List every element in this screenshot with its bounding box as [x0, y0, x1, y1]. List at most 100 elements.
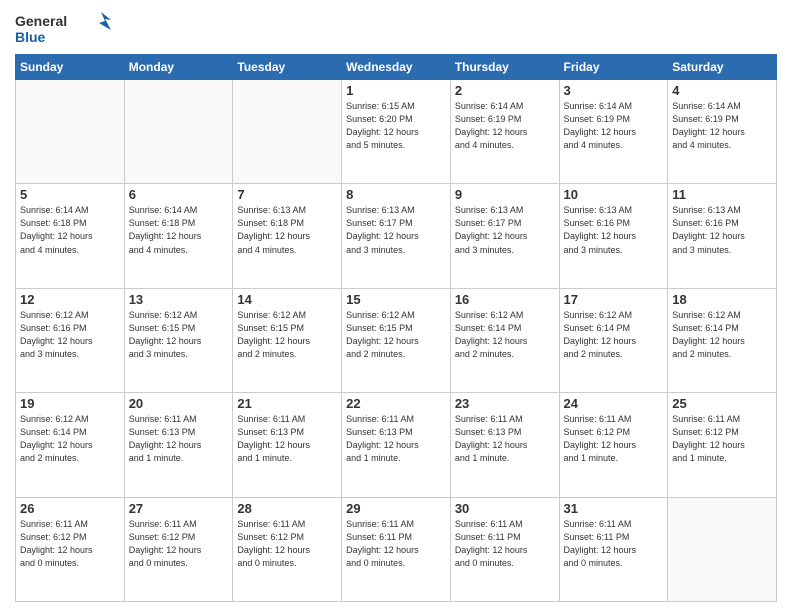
day-number: 30 — [455, 501, 555, 516]
calendar-cell — [124, 80, 233, 184]
day-info: Sunrise: 6:11 AMSunset: 6:13 PMDaylight:… — [129, 413, 229, 465]
logo-svg: General Blue — [15, 10, 115, 46]
day-info: Sunrise: 6:14 AMSunset: 6:18 PMDaylight:… — [129, 204, 229, 256]
day-number: 25 — [672, 396, 772, 411]
calendar-cell: 26Sunrise: 6:11 AMSunset: 6:12 PMDayligh… — [16, 497, 125, 601]
day-info: Sunrise: 6:12 AMSunset: 6:14 PMDaylight:… — [20, 413, 120, 465]
calendar-cell — [233, 80, 342, 184]
calendar-week-2: 12 Sunrise: 6:12 AMSunset: 6:16 PMDayligh… — [16, 288, 777, 392]
calendar-cell: 8 Sunrise: 6:13 AMSunset: 6:17 PMDaylight… — [342, 184, 451, 288]
calendar-cell: 29Sunrise: 6:11 AMSunset: 6:11 PMDayligh… — [342, 497, 451, 601]
day-number: 21 — [237, 396, 337, 411]
day-number: 15 — [346, 292, 446, 307]
day-info: Sunrise: 6:13 AMSunset: 6:17 PMDaylight:… — [455, 204, 555, 256]
day-info: Sunrise: 6:12 AMSunset: 6:15 PMDaylight:… — [346, 309, 446, 361]
weekday-header-thursday: Thursday — [450, 55, 559, 80]
weekday-header-tuesday: Tuesday — [233, 55, 342, 80]
calendar-week-4: 26 Sunrise: 6:11 AMSunset: 6:12 PMDayligh… — [16, 497, 777, 601]
day-info: Sunrise: 6:11 AMSunset: 6:12 PMDaylight:… — [672, 413, 772, 465]
day-number: 4 — [672, 83, 772, 98]
calendar-table: SundayMondayTuesdayWednesdayThursdayFrid… — [15, 54, 777, 602]
day-number: 26 — [20, 501, 120, 516]
calendar-cell: 21 Sunrise: 6:11 AMSunset: 6:13 PMDayligh… — [233, 393, 342, 497]
calendar-cell: 9 Sunrise: 6:13 AMSunset: 6:17 PMDaylight… — [450, 184, 559, 288]
day-number: 23 — [455, 396, 555, 411]
day-number: 24 — [564, 396, 664, 411]
day-info: Sunrise: 6:12 AMSunset: 6:16 PMDaylight:… — [20, 309, 120, 361]
calendar-cell — [16, 80, 125, 184]
day-number: 17 — [564, 292, 664, 307]
day-number: 11 — [672, 187, 772, 202]
page-container: General Blue SundayMondayTuesdayWednesda… — [0, 0, 792, 612]
day-number: 8 — [346, 187, 446, 202]
day-info: Sunrise: 6:11 AMSunset: 6:11 PMDaylight:… — [564, 518, 664, 570]
calendar-cell: 2 Sunrise: 6:14 AMSunset: 6:19 PMDaylight… — [450, 80, 559, 184]
calendar-cell: 19 Sunrise: 6:12 AMSunset: 6:14 PMDayligh… — [16, 393, 125, 497]
day-number: 27 — [129, 501, 229, 516]
weekday-header-saturday: Saturday — [668, 55, 777, 80]
calendar-cell: 4 Sunrise: 6:14 AMSunset: 6:19 PMDaylight… — [668, 80, 777, 184]
day-number: 19 — [20, 396, 120, 411]
day-info: Sunrise: 6:14 AMSunset: 6:19 PMDaylight:… — [455, 100, 555, 152]
day-info: Sunrise: 6:13 AMSunset: 6:16 PMDaylight:… — [564, 204, 664, 256]
calendar-cell: 6 Sunrise: 6:14 AMSunset: 6:18 PMDaylight… — [124, 184, 233, 288]
day-number: 18 — [672, 292, 772, 307]
calendar-week-1: 5 Sunrise: 6:14 AMSunset: 6:18 PMDaylight… — [16, 184, 777, 288]
calendar-cell: 10Sunrise: 6:13 AMSunset: 6:16 PMDayligh… — [559, 184, 668, 288]
calendar-cell: 27Sunrise: 6:11 AMSunset: 6:12 PMDayligh… — [124, 497, 233, 601]
day-info: Sunrise: 6:12 AMSunset: 6:14 PMDaylight:… — [564, 309, 664, 361]
weekday-header-friday: Friday — [559, 55, 668, 80]
day-number: 22 — [346, 396, 446, 411]
day-number: 6 — [129, 187, 229, 202]
day-info: Sunrise: 6:11 AMSunset: 6:11 PMDaylight:… — [346, 518, 446, 570]
calendar-cell: 11 Sunrise: 6:13 AMSunset: 6:16 PMDayligh… — [668, 184, 777, 288]
day-number: 20 — [129, 396, 229, 411]
calendar-cell: 7 Sunrise: 6:13 AMSunset: 6:18 PMDaylight… — [233, 184, 342, 288]
day-info: Sunrise: 6:14 AMSunset: 6:19 PMDaylight:… — [564, 100, 664, 152]
day-number: 31 — [564, 501, 664, 516]
day-number: 3 — [564, 83, 664, 98]
calendar-cell: 5 Sunrise: 6:14 AMSunset: 6:18 PMDaylight… — [16, 184, 125, 288]
logo: General Blue — [15, 10, 115, 46]
day-number: 5 — [20, 187, 120, 202]
day-info: Sunrise: 6:12 AMSunset: 6:15 PMDaylight:… — [237, 309, 337, 361]
day-info: Sunrise: 6:13 AMSunset: 6:17 PMDaylight:… — [346, 204, 446, 256]
day-info: Sunrise: 6:11 AMSunset: 6:13 PMDaylight:… — [346, 413, 446, 465]
svg-text:General: General — [15, 13, 67, 29]
day-number: 9 — [455, 187, 555, 202]
calendar-cell: 14 Sunrise: 6:12 AMSunset: 6:15 PMDayligh… — [233, 288, 342, 392]
calendar-cell: 12 Sunrise: 6:12 AMSunset: 6:16 PMDayligh… — [16, 288, 125, 392]
day-info: Sunrise: 6:11 AMSunset: 6:13 PMDaylight:… — [455, 413, 555, 465]
calendar-cell: 17 Sunrise: 6:12 AMSunset: 6:14 PMDayligh… — [559, 288, 668, 392]
day-number: 1 — [346, 83, 446, 98]
calendar-cell: 13Sunrise: 6:12 AMSunset: 6:15 PMDayligh… — [124, 288, 233, 392]
calendar-cell: 30 Sunrise: 6:11 AMSunset: 6:11 PMDayligh… — [450, 497, 559, 601]
calendar-cell: 1 Sunrise: 6:15 AMSunset: 6:20 PMDaylight… — [342, 80, 451, 184]
calendar-cell: 28Sunrise: 6:11 AMSunset: 6:12 PMDayligh… — [233, 497, 342, 601]
day-info: Sunrise: 6:12 AMSunset: 6:14 PMDaylight:… — [672, 309, 772, 361]
calendar-cell: 18 Sunrise: 6:12 AMSunset: 6:14 PMDayligh… — [668, 288, 777, 392]
day-number: 2 — [455, 83, 555, 98]
day-number: 7 — [237, 187, 337, 202]
calendar-cell: 16Sunrise: 6:12 AMSunset: 6:14 PMDayligh… — [450, 288, 559, 392]
day-info: Sunrise: 6:11 AMSunset: 6:11 PMDaylight:… — [455, 518, 555, 570]
day-info: Sunrise: 6:13 AMSunset: 6:16 PMDaylight:… — [672, 204, 772, 256]
day-info: Sunrise: 6:14 AMSunset: 6:19 PMDaylight:… — [672, 100, 772, 152]
day-info: Sunrise: 6:12 AMSunset: 6:15 PMDaylight:… — [129, 309, 229, 361]
calendar-week-0: 1 Sunrise: 6:15 AMSunset: 6:20 PMDaylight… — [16, 80, 777, 184]
day-number: 12 — [20, 292, 120, 307]
svg-text:Blue: Blue — [15, 29, 46, 45]
calendar-week-3: 19 Sunrise: 6:12 AMSunset: 6:14 PMDayligh… — [16, 393, 777, 497]
day-info: Sunrise: 6:15 AMSunset: 6:20 PMDaylight:… — [346, 100, 446, 152]
calendar-cell — [668, 497, 777, 601]
day-number: 14 — [237, 292, 337, 307]
calendar-cell: 20 Sunrise: 6:11 AMSunset: 6:13 PMDayligh… — [124, 393, 233, 497]
calendar-cell: 31 Sunrise: 6:11 AMSunset: 6:11 PMDayligh… — [559, 497, 668, 601]
day-info: Sunrise: 6:12 AMSunset: 6:14 PMDaylight:… — [455, 309, 555, 361]
day-info: Sunrise: 6:11 AMSunset: 6:13 PMDaylight:… — [237, 413, 337, 465]
calendar-header-row: SundayMondayTuesdayWednesdayThursdayFrid… — [16, 55, 777, 80]
day-info: Sunrise: 6:14 AMSunset: 6:18 PMDaylight:… — [20, 204, 120, 256]
calendar-cell: 23 Sunrise: 6:11 AMSunset: 6:13 PMDayligh… — [450, 393, 559, 497]
day-info: Sunrise: 6:11 AMSunset: 6:12 PMDaylight:… — [237, 518, 337, 570]
day-info: Sunrise: 6:13 AMSunset: 6:18 PMDaylight:… — [237, 204, 337, 256]
